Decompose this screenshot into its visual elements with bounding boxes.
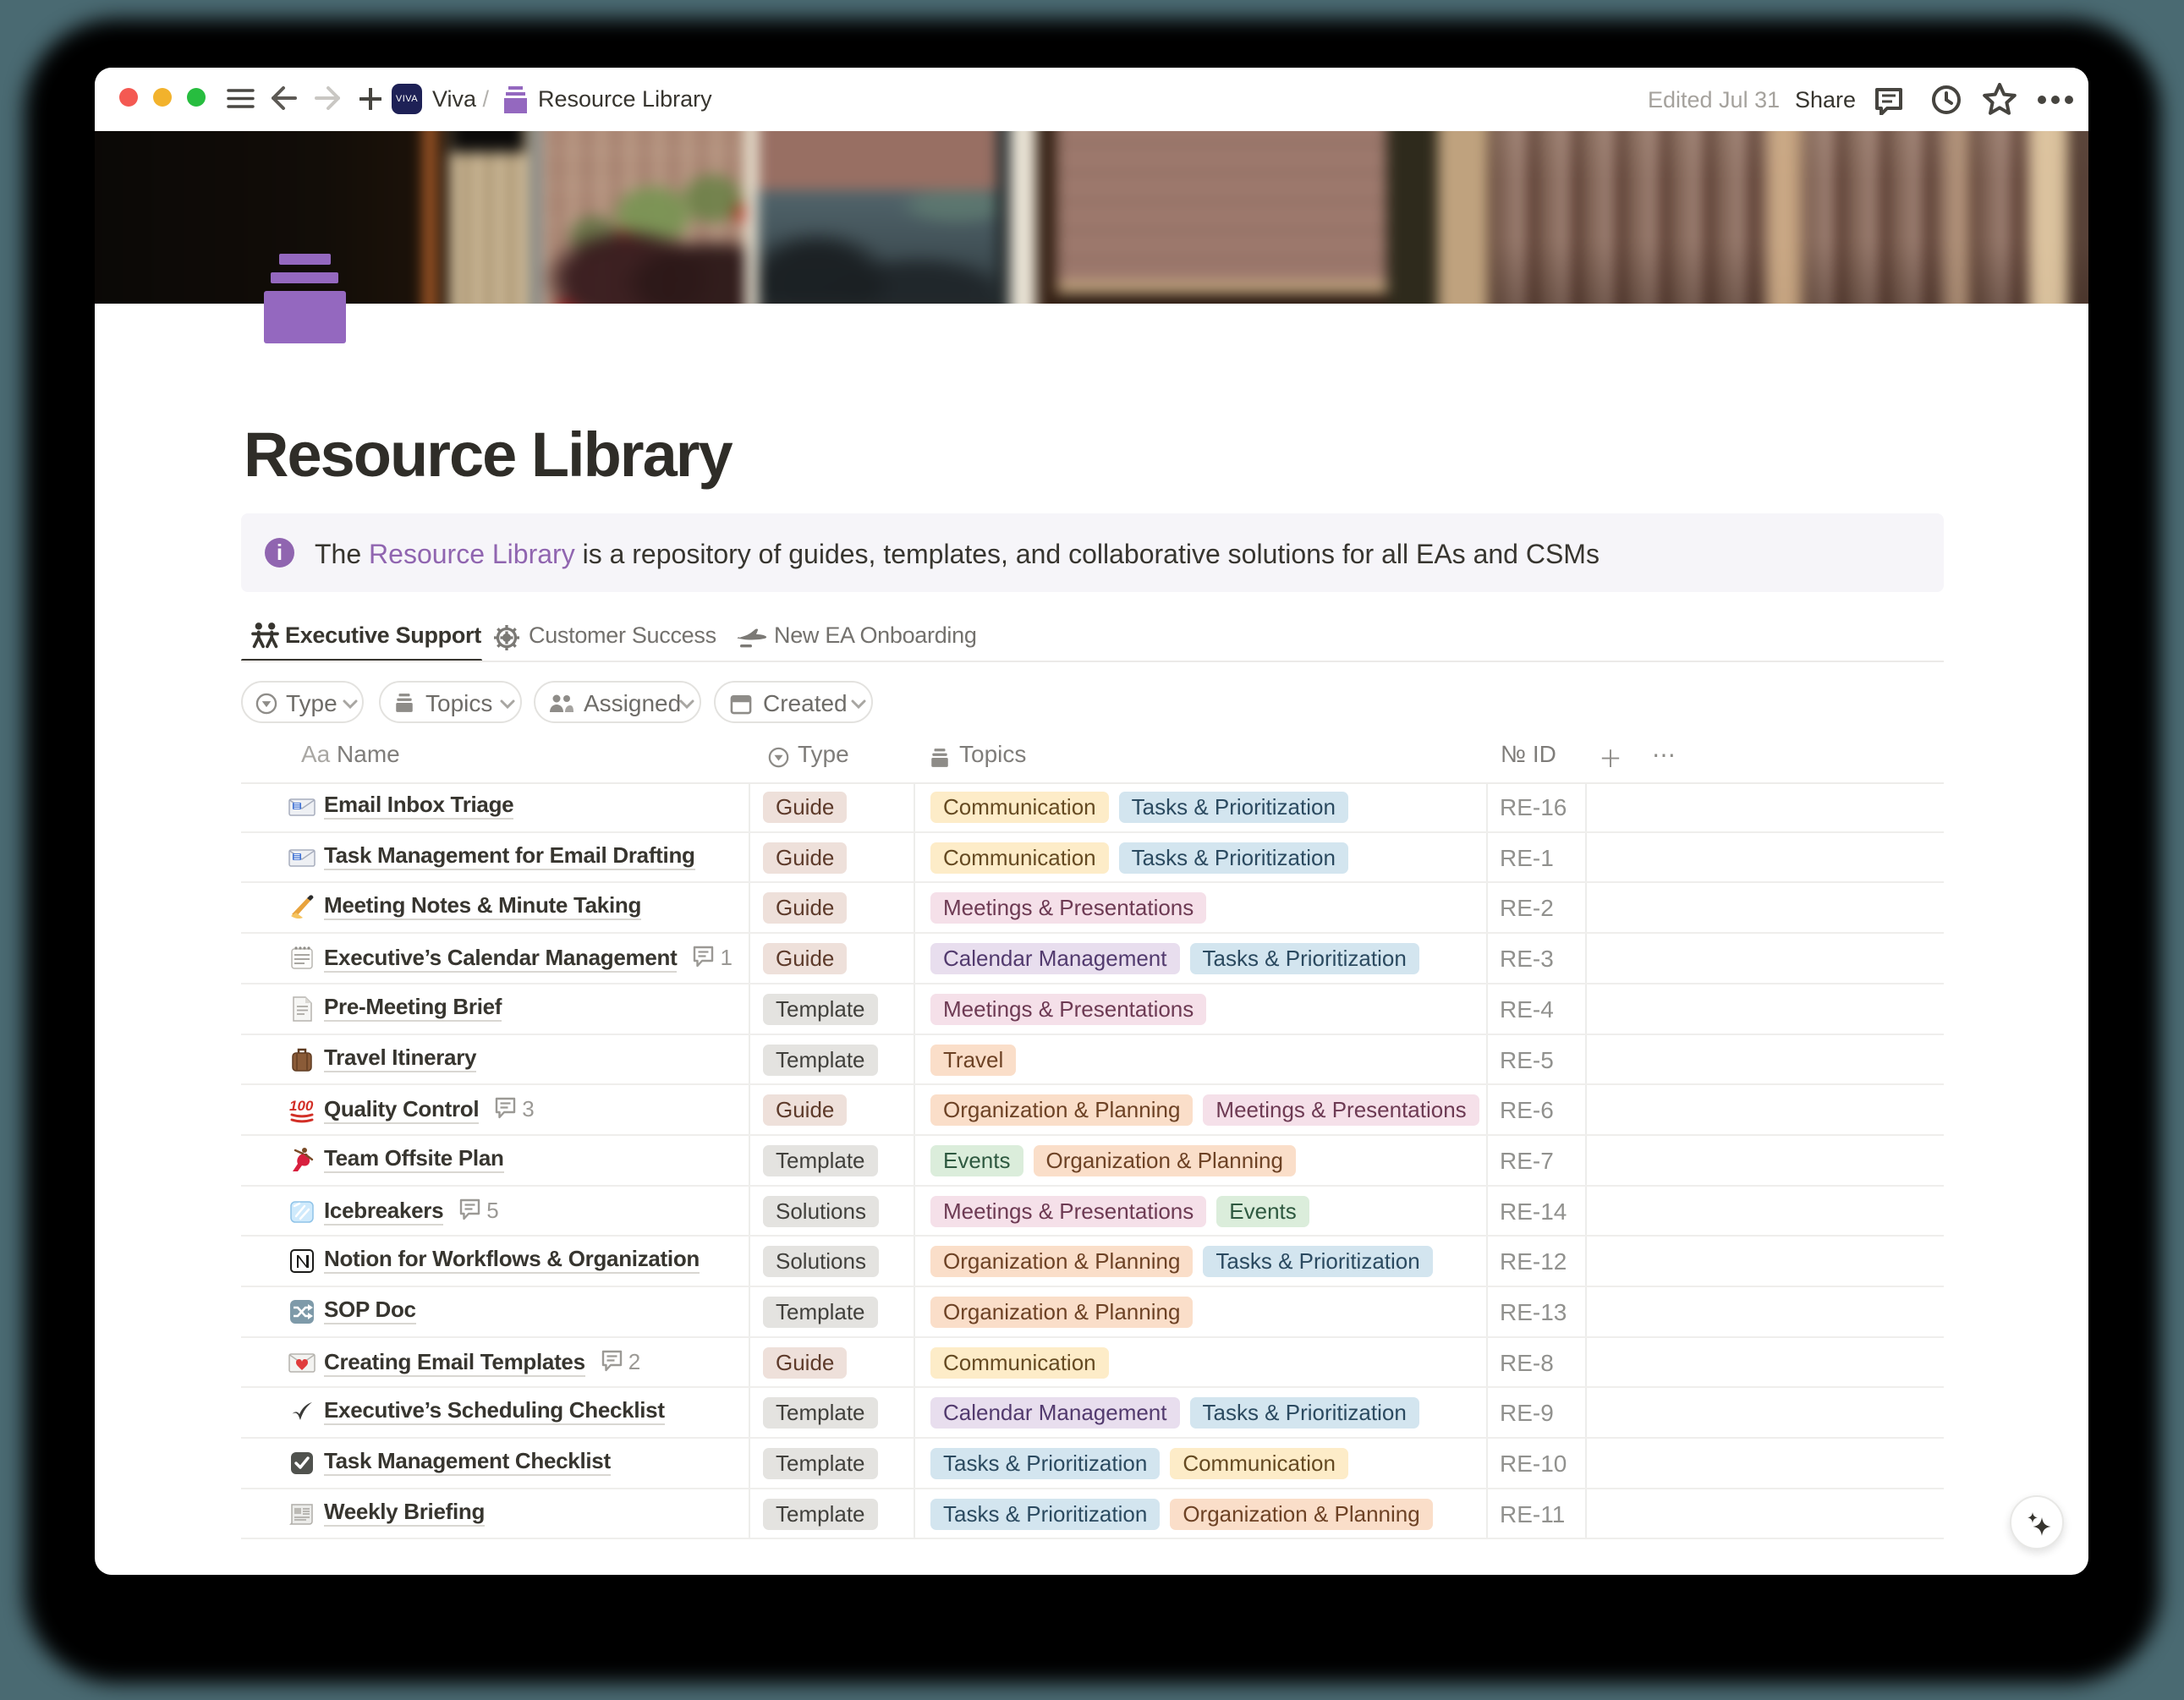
svg-text:100: 100 — [289, 1098, 314, 1114]
